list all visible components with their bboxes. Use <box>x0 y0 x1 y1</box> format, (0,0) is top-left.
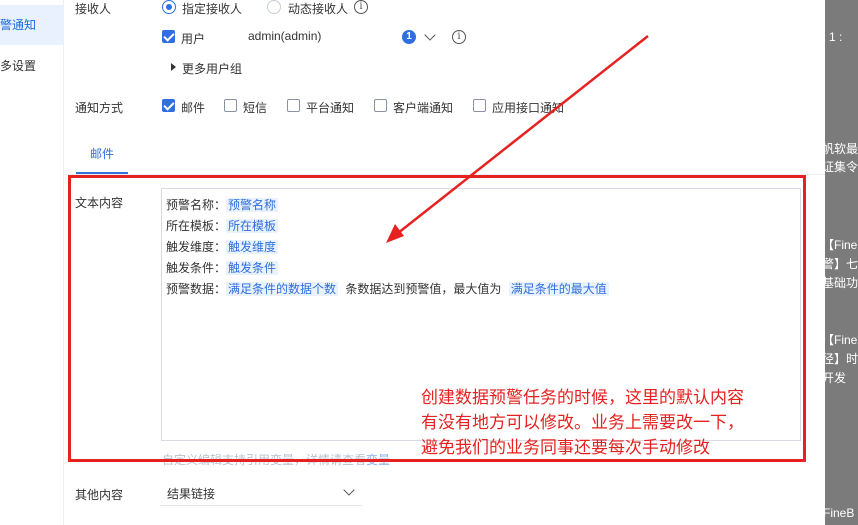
user-label: 用户 <box>181 32 206 46</box>
nav-item-alert-notify[interactable]: 预警通知 <box>0 5 64 45</box>
receiver-label: 接收人 <box>75 2 112 16</box>
annotation-note-line: 避免我们的业务同事还要每次手动修改 <box>421 438 710 458</box>
notify-client-label: 客户端通知 <box>393 101 454 115</box>
notify-client-checkbox[interactable] <box>374 99 387 112</box>
overlay-text: 警】七 <box>825 257 858 271</box>
nav-item-label: 更多设置 <box>0 59 37 73</box>
overlay-text: 帆软最 <box>825 142 858 156</box>
overlay-text: 开发 <box>825 371 847 385</box>
info-icon[interactable]: i <box>452 30 466 44</box>
notify-method-label: 通知方式 <box>75 101 124 115</box>
overlay-text: 证集令 <box>825 160 858 174</box>
notify-platform-label: 平台通知 <box>306 101 355 115</box>
notify-email-checkbox[interactable] <box>162 99 175 112</box>
notify-api-label: 应用接口通知 <box>492 101 565 115</box>
other-content-value: 结果链接 <box>167 487 216 501</box>
nav-item-label: 预警通知 <box>0 18 37 32</box>
notify-api-checkbox[interactable] <box>473 99 486 112</box>
radio-specified-label: 指定接收人 <box>182 2 243 16</box>
notify-platform-checkbox[interactable] <box>287 99 300 112</box>
notify-sms-checkbox[interactable] <box>224 99 237 112</box>
user-checkbox[interactable] <box>162 30 175 43</box>
other-content-label: 其他内容 <box>75 488 124 502</box>
user-count-badge: 1 <box>402 30 416 44</box>
radio-dynamic-label: 动态接收人 <box>288 2 349 16</box>
overlay-text: 径】时 <box>825 352 858 366</box>
overlay-text: 【Fine <box>825 238 858 252</box>
radio-specified-receiver[interactable] <box>162 0 176 14</box>
overlay-text: 【Fine <box>825 333 858 347</box>
background-overlay: ：1 : 帆软最 证集令 【Fine 警】七 基础功 【Fine 径】时 开发 … <box>825 0 858 525</box>
more-user-groups-toggle[interactable]: 更多用户组 <box>182 60 242 77</box>
info-icon[interactable]: i <box>354 0 368 14</box>
left-nav: 预警通知 更多设置 <box>0 0 64 525</box>
user-select-value: admin(admin) <box>248 29 322 43</box>
annotation-note-line: 有没有地方可以修改。业务上需要改一下， <box>421 413 744 433</box>
expand-triangle-icon[interactable] <box>171 63 176 71</box>
overlay-text: FineB <box>825 506 855 520</box>
nav-item-more-settings[interactable]: 更多设置 <box>0 46 64 86</box>
notify-sms-label: 短信 <box>243 101 268 115</box>
overlay-text: ：1 : <box>825 30 843 44</box>
notify-email-label: 邮件 <box>181 101 206 115</box>
annotation-note-line: 创建数据预警任务的时候，这里的默认内容 <box>421 388 744 408</box>
overlay-text: 基础功 <box>825 276 858 290</box>
radio-dynamic-receiver[interactable] <box>267 0 281 14</box>
tab-email[interactable]: 邮件 <box>90 145 114 162</box>
